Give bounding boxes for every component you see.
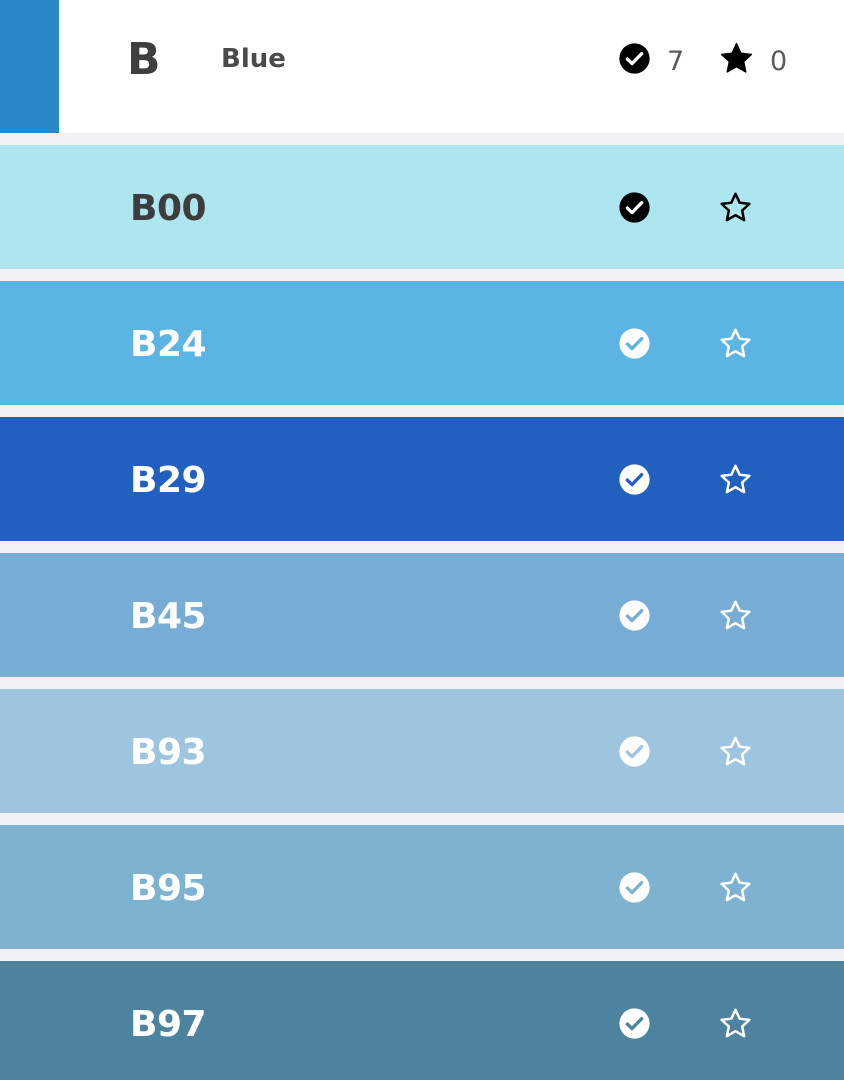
- favorite-count: 0: [770, 45, 788, 77]
- owned-check-icon[interactable]: [618, 463, 651, 496]
- color-family-page: B Blue 7 0 B00 B24 B29 B45 B93 B95 B97: [0, 0, 844, 1080]
- color-code: B45: [130, 596, 207, 637]
- owned-check-icon[interactable]: [618, 1007, 651, 1040]
- favorite-star-icon[interactable]: [718, 734, 753, 769]
- owned-check-icon[interactable]: [618, 599, 651, 632]
- owned-check-icon[interactable]: [618, 191, 651, 224]
- color-code: B00: [130, 188, 207, 229]
- color-row-b93[interactable]: B93: [0, 689, 844, 813]
- color-row-b00[interactable]: B00: [0, 145, 844, 269]
- owned-check-icon[interactable]: [618, 871, 651, 904]
- color-row-b95[interactable]: B95: [0, 825, 844, 949]
- family-swatch: [0, 0, 59, 133]
- family-header: B Blue 7 0: [0, 0, 844, 133]
- favorite-star-icon[interactable]: [718, 326, 753, 361]
- owned-check-icon[interactable]: [618, 327, 651, 360]
- owned-check-icon[interactable]: [618, 735, 651, 768]
- color-row-b45[interactable]: B45: [0, 553, 844, 677]
- owned-count: 7: [667, 45, 685, 77]
- color-list: B00 B24 B29 B45 B93 B95 B97: [0, 145, 844, 1080]
- star-filled-icon: [719, 41, 754, 76]
- family-letter: B: [127, 34, 161, 85]
- color-code: B95: [130, 868, 207, 909]
- check-circle-icon: [618, 42, 651, 75]
- color-code: B97: [130, 1004, 207, 1045]
- color-row-b97[interactable]: B97: [0, 961, 844, 1080]
- favorite-count-stat: 0: [719, 38, 787, 78]
- color-code: B24: [130, 324, 207, 365]
- color-row-b29[interactable]: B29: [0, 417, 844, 541]
- color-row-b24[interactable]: B24: [0, 281, 844, 405]
- owned-count-stat: 7: [618, 38, 684, 78]
- favorite-star-icon[interactable]: [718, 462, 753, 497]
- favorite-star-icon[interactable]: [718, 870, 753, 905]
- color-code: B93: [130, 732, 207, 773]
- family-name: Blue: [221, 44, 286, 74]
- favorite-star-icon[interactable]: [718, 598, 753, 633]
- favorite-star-icon[interactable]: [718, 1006, 753, 1041]
- favorite-star-icon[interactable]: [718, 190, 753, 225]
- color-code: B29: [130, 460, 207, 501]
